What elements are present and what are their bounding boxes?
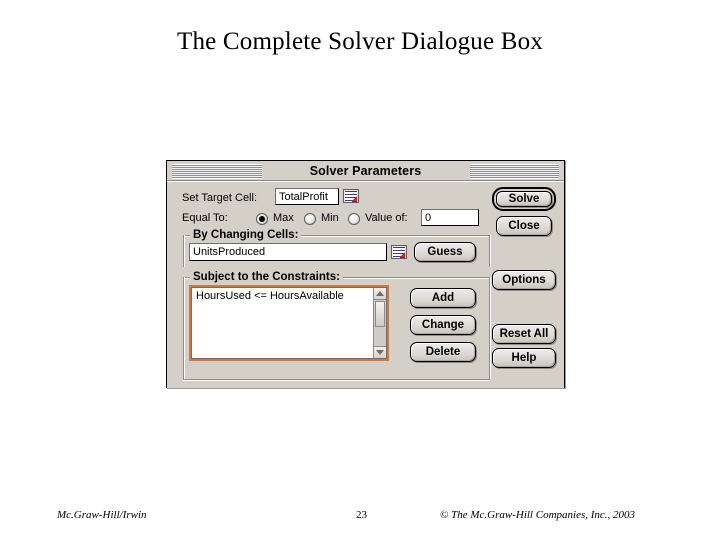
- scroll-down-button[interactable]: [374, 346, 386, 358]
- help-button[interactable]: Help: [492, 348, 556, 368]
- radio-value-of[interactable]: [348, 213, 360, 225]
- range-icon-arrow: [352, 196, 357, 201]
- radio-min[interactable]: [304, 213, 316, 225]
- footer-copyright: © The Mc.Graw-Hill Companies, Inc., 2003: [440, 509, 636, 521]
- solve-button[interactable]: Solve: [496, 191, 552, 207]
- constraints-group-label: Subject to the Constraints:: [190, 271, 343, 283]
- changing-cells-group-border-left: [183, 235, 185, 267]
- changing-cells-input[interactable]: UnitsProduced: [189, 243, 387, 261]
- guess-button[interactable]: Guess: [414, 242, 476, 262]
- changing-cells-group-label: By Changing Cells:: [190, 229, 302, 241]
- solver-parameters-dialog: Solver Parameters Set Target Cell: Total…: [166, 160, 565, 388]
- equal-to-label: Equal To:: [182, 212, 228, 224]
- changing-cells-group-border-right: [489, 235, 491, 267]
- radio-max-label: Max: [273, 212, 294, 224]
- value-of-input[interactable]: 0: [421, 209, 479, 226]
- constraints-listbox-inner: HoursUsed <= HoursAvailable: [191, 287, 387, 359]
- range-icon-arrow: [400, 252, 405, 257]
- delete-constraint-button[interactable]: Delete: [410, 342, 476, 362]
- titlebar-stripes-right: [469, 164, 559, 179]
- constraints-listbox[interactable]: HoursUsed <= HoursAvailable: [189, 285, 389, 361]
- triangle-down-icon: [376, 350, 384, 355]
- change-constraint-button[interactable]: Change: [410, 315, 476, 335]
- triangle-up-icon: [376, 291, 384, 296]
- footer-publisher: Mc.Graw-Hill/Irwin: [57, 509, 147, 521]
- add-constraint-button[interactable]: Add: [410, 288, 476, 308]
- page-title: The Complete Solver Dialogue Box: [176, 28, 544, 55]
- list-item[interactable]: HoursUsed <= HoursAvailable: [196, 290, 344, 302]
- constraints-group-border-bottom: [183, 379, 490, 381]
- dialog-body: Set Target Cell: TotalProfit Equal To: M…: [167, 181, 564, 388]
- constraints-group-border-right: [489, 277, 491, 379]
- reset-all-button[interactable]: Reset All: [492, 324, 556, 344]
- scrollbar-thumb[interactable]: [375, 301, 385, 327]
- radio-value-of-label: Value of:: [365, 212, 408, 224]
- radio-min-label: Min: [321, 212, 339, 224]
- constraints-group-border-left: [183, 277, 185, 379]
- radio-max[interactable]: [256, 213, 268, 225]
- titlebar-stripes-left: [172, 164, 262, 179]
- dialog-titlebar[interactable]: Solver Parameters: [167, 161, 564, 181]
- dialog-title: Solver Parameters: [302, 163, 429, 178]
- range-select-icon-changing-cells[interactable]: [391, 245, 407, 259]
- footer-page-number: 23: [356, 509, 367, 521]
- set-target-cell-label: Set Target Cell:: [182, 192, 258, 204]
- set-target-cell-input[interactable]: TotalProfit: [275, 188, 339, 205]
- range-select-icon[interactable]: [343, 189, 359, 203]
- scroll-up-button[interactable]: [374, 288, 386, 300]
- options-button[interactable]: Options: [492, 270, 556, 290]
- constraints-scrollbar[interactable]: [373, 288, 386, 358]
- close-button[interactable]: Close: [496, 216, 552, 236]
